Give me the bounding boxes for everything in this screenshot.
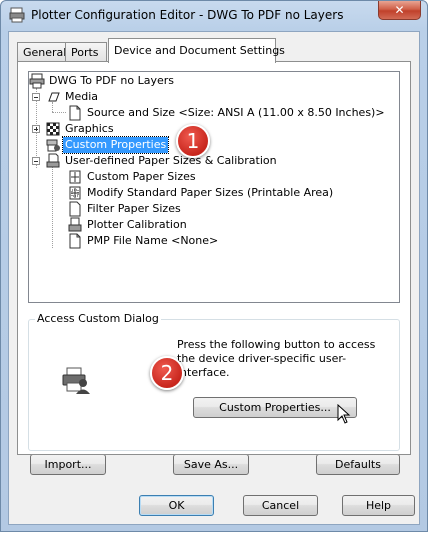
pmp-file-icon: [69, 233, 81, 249]
plotter-config-window: Plotter Configuration Editor - DWG To PD…: [0, 0, 428, 532]
tab-device-document-settings[interactable]: Device and Document Settings: [108, 38, 285, 63]
callout-badge-2: 2: [150, 356, 184, 390]
media-sheet-icon: [48, 92, 60, 102]
plotter-icon: [29, 73, 45, 89]
tree-expander-graphics[interactable]: [32, 125, 40, 133]
access-custom-dialog-group: Access Custom Dialog Press the following…: [28, 312, 400, 451]
title-bar[interactable]: Plotter Configuration Editor - DWG To PD…: [1, 1, 427, 31]
device-settings-panel: DWG To PDF no Layers Media Source and Si…: [17, 61, 411, 455]
calibration-icon: [68, 217, 82, 232]
printer-user-icon: [62, 367, 90, 394]
ok-button[interactable]: OK: [139, 495, 214, 516]
help-button[interactable]: Help: [342, 495, 415, 516]
paper-size-arrows-icon: [69, 170, 81, 184]
tree-expander-user-defined[interactable]: [32, 157, 40, 165]
callout-badge-1: 1: [176, 124, 210, 158]
filter-paper-icon: [69, 201, 81, 217]
custom-dialog-description: Press the following button to access the…: [177, 338, 376, 379]
settings-tree[interactable]: DWG To PDF no Layers Media Source and Si…: [28, 71, 400, 303]
custom-properties-icon: [46, 139, 60, 152]
cancel-button[interactable]: Cancel: [243, 495, 318, 516]
save-as-button[interactable]: Save As...: [173, 454, 249, 475]
tab-ports[interactable]: Ports: [65, 42, 107, 61]
tree-expander-media[interactable]: [32, 93, 40, 101]
printable-area-icon: [69, 186, 81, 200]
mouse-cursor-icon: [337, 404, 351, 424]
document-icon: [69, 105, 81, 121]
import-button[interactable]: Import...: [30, 454, 106, 475]
window-title: Plotter Configuration Editor - DWG To PD…: [31, 8, 344, 22]
plotter-app-icon: [9, 7, 25, 23]
tab-general[interactable]: General: [17, 42, 66, 61]
close-icon[interactable]: ✕: [378, 1, 421, 20]
defaults-button[interactable]: Defaults: [316, 454, 400, 475]
graphics-checker-icon: [46, 122, 60, 136]
paper-calibration-icon: [46, 153, 60, 168]
custom-properties-button[interactable]: Custom Properties...: [193, 397, 357, 418]
dialog-client: General Ports Device and Document Settin…: [8, 31, 420, 525]
